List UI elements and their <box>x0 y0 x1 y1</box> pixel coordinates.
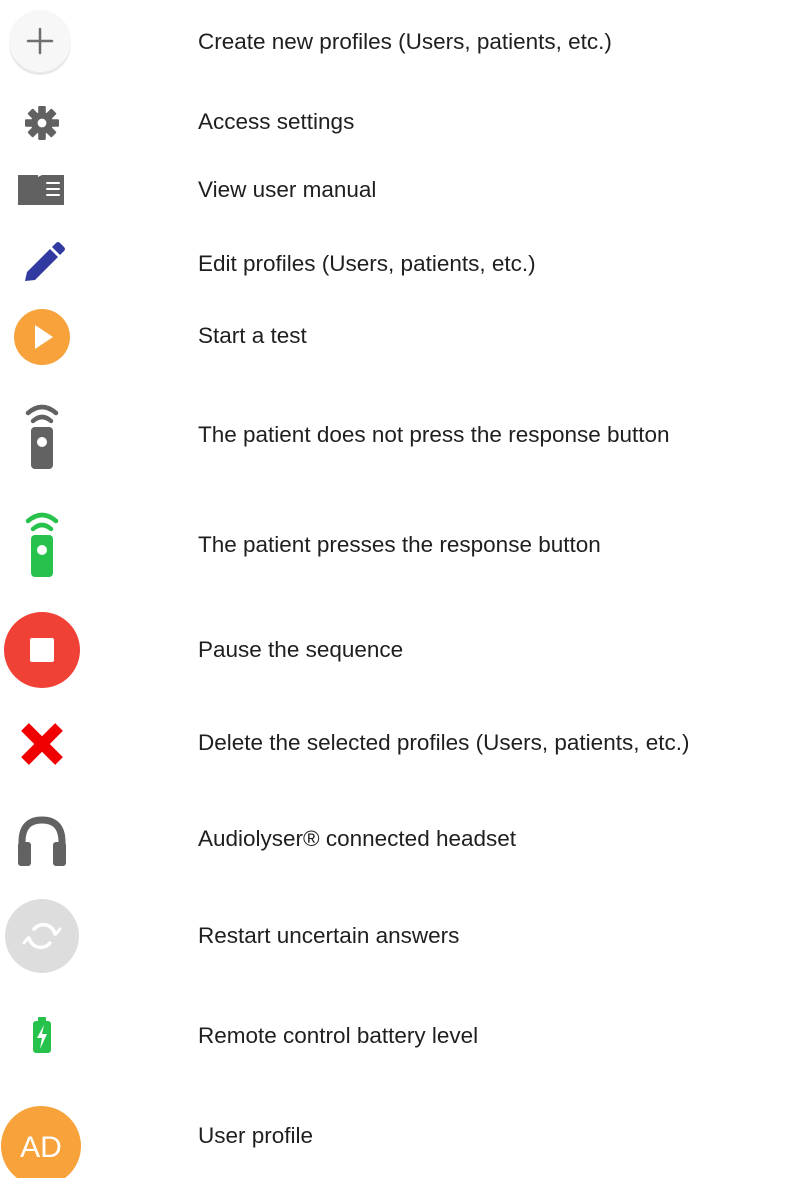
avatar-icon: AD <box>0 1096 100 1178</box>
refresh-icon <box>0 896 100 976</box>
stop-icon <box>0 610 100 690</box>
legend-row-restart: Restart uncertain answers <box>0 896 785 976</box>
legend-label: Audiolyser® connected headset <box>198 826 517 851</box>
legend-label: Remote control battery level <box>198 1023 479 1048</box>
delete-icon <box>0 703 100 783</box>
legend-label: Pause the sequence <box>198 637 404 662</box>
battery-icon <box>0 996 100 1076</box>
legend-row-headset: Audiolyser® connected headset <box>0 799 785 879</box>
remote-pressed-icon <box>0 505 100 585</box>
legend-label: The patient presses the response button <box>198 532 601 557</box>
legend-label: Access settings <box>198 109 355 134</box>
legend-row-delete: Delete the selected profiles (Users, pat… <box>0 703 785 783</box>
remote-idle-icon <box>0 395 100 475</box>
legend-label: Start a test <box>198 323 307 348</box>
legend-row-edit: Edit profiles (Users, patients, etc.) <box>0 224 785 304</box>
icon-legend: Create new profiles (Users, patients, et… <box>0 0 785 1178</box>
legend-label: Edit profiles (Users, patients, etc.) <box>198 251 536 276</box>
legend-label: Restart uncertain answers <box>198 923 460 948</box>
legend-row-user-profile: AD User profile <box>0 1096 785 1178</box>
pencil-icon <box>0 224 100 304</box>
add-icon <box>0 2 100 82</box>
legend-label: User profile <box>198 1123 314 1148</box>
legend-label: View user manual <box>198 177 377 202</box>
legend-row-pause: Pause the sequence <box>0 610 785 690</box>
legend-label: Create new profiles (Users, patients, et… <box>198 29 612 54</box>
headset-icon <box>0 799 100 879</box>
legend-row-remote-idle: The patient does not press the response … <box>0 395 785 475</box>
legend-label: The patient does not press the response … <box>198 422 670 447</box>
legend-row-remote-pressed: The patient presses the response button <box>0 505 785 585</box>
legend-row-manual: View user manual <box>0 150 785 230</box>
legend-row-create: Create new profiles (Users, patients, et… <box>0 2 785 82</box>
legend-label: Delete the selected profiles (Users, pat… <box>198 730 690 755</box>
legend-row-battery: Remote control battery level <box>0 996 785 1076</box>
book-icon <box>0 150 100 230</box>
avatar-initials: AD <box>20 1131 62 1164</box>
legend-row-start: Start a test <box>0 296 785 376</box>
play-icon <box>0 296 100 376</box>
